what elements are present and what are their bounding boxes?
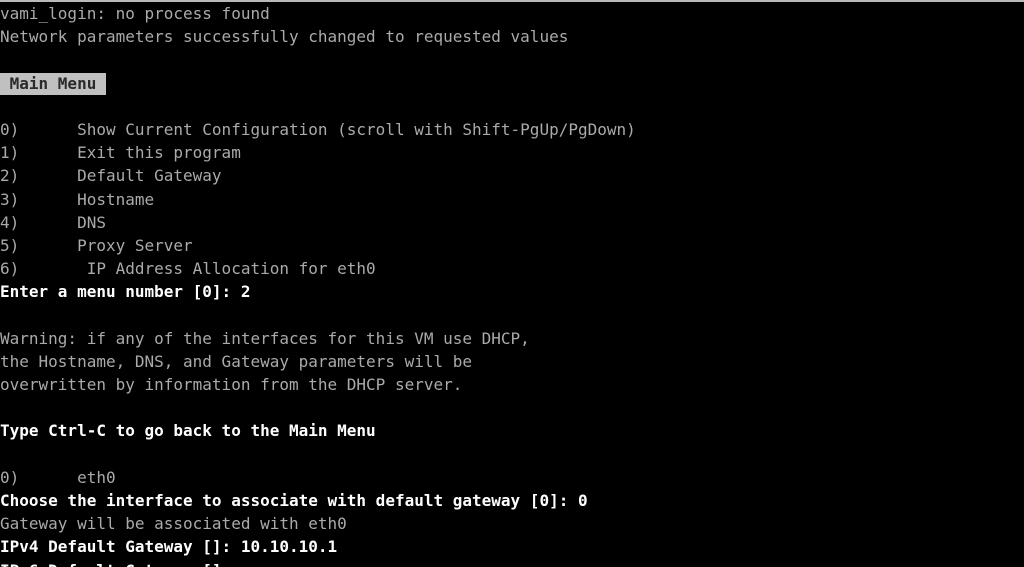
console-line: 0) eth0	[0, 467, 116, 487]
console-line: vami_login: no process found	[0, 4, 270, 23]
console-line: Warning: if any of the interfaces for th…	[0, 328, 530, 348]
console-line: 3) Hostname	[0, 189, 155, 209]
console-line: 2) Default Gateway	[0, 166, 222, 186]
console-line: 1) Exit this program	[0, 143, 241, 163]
console-line: 6) IP Address Allocation for eth0	[0, 259, 376, 279]
console-line: Network parameters successfully changed …	[0, 27, 569, 47]
console-line: the Hostname, DNS, and Gateway parameter…	[0, 351, 473, 371]
console-prompt-line[interactable]: IPv4 Default Gateway []: 10.10.10.1	[0, 535, 1024, 558]
console-line: 4) DNS	[0, 212, 106, 232]
menu-heading-banner: Main Menu	[0, 72, 1024, 95]
console-line: overwritten by information from the DHCP…	[0, 375, 463, 394]
console-prompt-line[interactable]: IPv6 Default Gateway []:	[0, 559, 1024, 567]
menu-heading-label: Main Menu	[0, 72, 106, 95]
console-prompt-line[interactable]: Choose the interface to associate with d…	[0, 489, 1024, 512]
console-prompt-line[interactable]: Enter a menu number [0]: 2	[0, 280, 1024, 303]
console-line: 5) Proxy Server	[0, 235, 193, 255]
terminal-screen[interactable]: vami_login: no process found Network para…	[0, 0, 1024, 567]
console-line: Gateway will be associated with eth0	[0, 514, 347, 534]
console-prompt-line[interactable]: Type Ctrl-C to go back to the Main Menu	[0, 419, 1024, 442]
console-output[interactable]: vami_login: no process found Network para…	[0, 2, 1024, 567]
console-line: 0) Show Current Configuration (scroll wi…	[0, 119, 636, 139]
